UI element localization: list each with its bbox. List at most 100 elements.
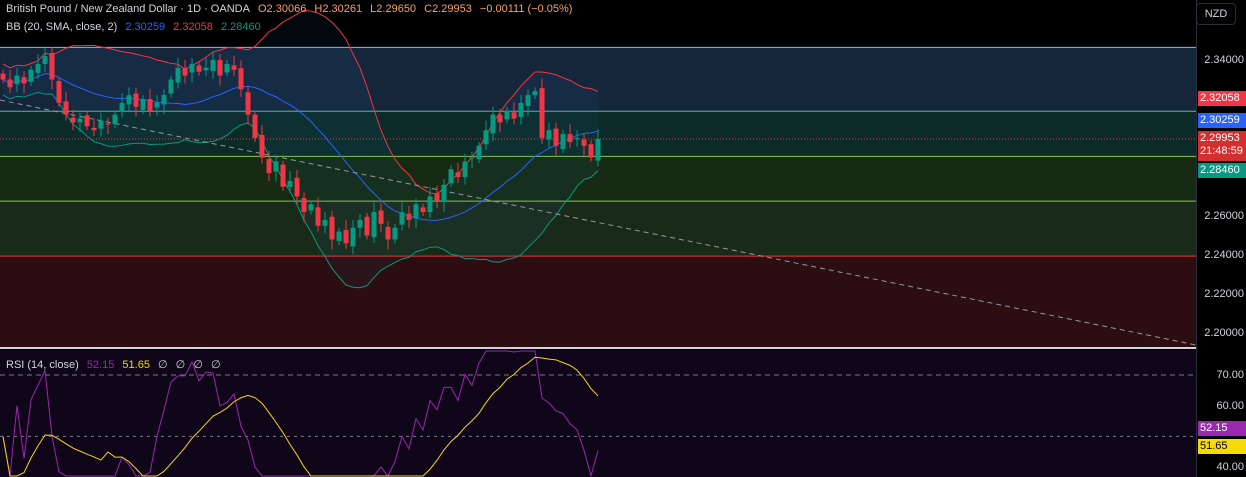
pane-separator[interactable] xyxy=(0,347,1246,349)
candle-body xyxy=(595,138,601,161)
bb-lower-value: 2.28460 xyxy=(220,21,261,33)
candle-body xyxy=(378,210,384,224)
candle-body xyxy=(406,213,412,220)
candle-body xyxy=(84,115,90,127)
candle-body xyxy=(14,75,20,85)
candle-body xyxy=(553,128,559,146)
candle-body xyxy=(315,207,321,226)
candle-body xyxy=(448,169,454,184)
rsi-pane[interactable]: RSI (14, close) 52.15 51.65 ∅ ∅ ∅ ∅ xyxy=(0,350,1196,477)
candle-body xyxy=(588,144,594,158)
rsi-tag: 52.15 xyxy=(1198,421,1246,436)
price-tick: 2.20000 xyxy=(1204,327,1244,339)
bb-upper-tag: 2.32058 xyxy=(1198,91,1246,106)
ohlc-close: C2.29953 xyxy=(424,3,472,15)
rsi-label: RSI (14, close) xyxy=(6,359,79,371)
candle-body xyxy=(413,204,419,219)
bb-basis-tag: 2.30259 xyxy=(1198,113,1246,128)
candle-body xyxy=(581,139,587,146)
price-tick: 2.26000 xyxy=(1204,210,1244,222)
rsi-value: 52.15 xyxy=(86,359,115,371)
candle-body xyxy=(245,92,251,115)
candle-body xyxy=(350,227,356,247)
candle-body xyxy=(483,130,489,145)
candle-body xyxy=(455,172,461,177)
rsi-ma-value: 51.65 xyxy=(122,359,150,371)
candle-body xyxy=(392,227,398,240)
candle-body xyxy=(140,99,146,110)
candle-body xyxy=(399,212,405,225)
candle-body xyxy=(364,216,370,236)
candle-body xyxy=(63,101,69,115)
candle-body xyxy=(0,73,6,80)
last-price: 2.29953 xyxy=(1200,132,1240,144)
rsi-extra: ∅ xyxy=(158,359,168,371)
bb-legend[interactable]: BB (20, SMA, close, 2) 2.30259 2.32058 2… xyxy=(6,21,266,34)
candle-body xyxy=(574,138,580,139)
candle-body xyxy=(182,67,188,76)
price-axis[interactable]: 2.34000 2.26000 2.24000 2.22000 2.20000 … xyxy=(1196,0,1246,477)
rsi-tick: 70.00 xyxy=(1216,369,1244,381)
candle-body xyxy=(476,145,482,160)
candle-body xyxy=(196,65,202,72)
bb-upper-value: 2.32058 xyxy=(173,21,213,33)
candle-body xyxy=(56,81,62,103)
last-price-tag: 2.29953 21:48:59 xyxy=(1198,131,1246,161)
candle-body xyxy=(98,120,104,129)
candle-body xyxy=(161,95,167,105)
candle-body xyxy=(497,114,503,123)
candle-body xyxy=(224,63,230,73)
rsi-ma-tag: 51.65 xyxy=(1198,439,1246,454)
candle-body xyxy=(28,69,34,82)
symbol-title[interactable]: British Pound / New Zealand Dollar · 1D … xyxy=(6,3,250,15)
candle-body xyxy=(385,226,391,240)
bb-lower-tag: 2.28460 xyxy=(1198,163,1246,178)
currency-button[interactable]: NZD xyxy=(1196,3,1236,25)
candle-body xyxy=(154,102,160,108)
candle-body xyxy=(336,231,342,241)
rsi-legend[interactable]: RSI (14, close) 52.15 51.65 ∅ ∅ ∅ ∅ xyxy=(6,359,226,372)
candle-body xyxy=(560,134,566,149)
candle-body xyxy=(371,212,377,238)
candle-body xyxy=(126,95,132,105)
candle-body xyxy=(441,184,447,202)
candle-body xyxy=(511,112,517,119)
candle-body xyxy=(329,216,335,240)
candle-body xyxy=(539,88,545,138)
candle-body xyxy=(273,161,279,172)
candle-body xyxy=(112,114,118,125)
candle-body xyxy=(259,134,265,158)
candle-body xyxy=(175,67,181,83)
candle-body xyxy=(91,127,97,131)
candle-body xyxy=(238,68,244,90)
rsi-tick: 40.00 xyxy=(1216,461,1244,473)
candle-body xyxy=(77,118,83,123)
ohlc-high: H2.30261 xyxy=(314,3,363,15)
ohlc-change: −0.00111 (−0.05%) xyxy=(479,3,573,15)
candle-body xyxy=(490,114,496,134)
candle-body xyxy=(567,134,573,142)
candle-body xyxy=(525,95,531,107)
candle-body xyxy=(462,161,468,177)
bb-basis-value: 2.30259 xyxy=(125,21,166,33)
candle-body xyxy=(21,77,27,84)
candle-body xyxy=(35,63,41,73)
candle-body xyxy=(42,56,48,64)
bb-label: BB (20, SMA, close, 2) xyxy=(6,21,118,33)
rsi-extra: ∅ xyxy=(175,359,186,371)
candle-body xyxy=(343,230,349,244)
price-chart[interactable] xyxy=(0,0,1196,347)
candle-body xyxy=(105,123,111,125)
candle-body xyxy=(504,110,510,120)
candle-body xyxy=(287,180,293,187)
candle-body xyxy=(133,93,139,107)
rsi-extra: ∅ xyxy=(193,359,203,371)
candle-body xyxy=(189,63,195,73)
price-pane[interactable]: British Pound / New Zealand Dollar · 1D … xyxy=(0,0,1196,347)
price-zone xyxy=(0,201,1196,257)
candle-body xyxy=(168,79,174,94)
ohlc-low: L2.29650 xyxy=(370,3,417,15)
candle-body xyxy=(280,164,286,187)
candle-body xyxy=(294,177,300,197)
candle-body xyxy=(119,102,125,112)
